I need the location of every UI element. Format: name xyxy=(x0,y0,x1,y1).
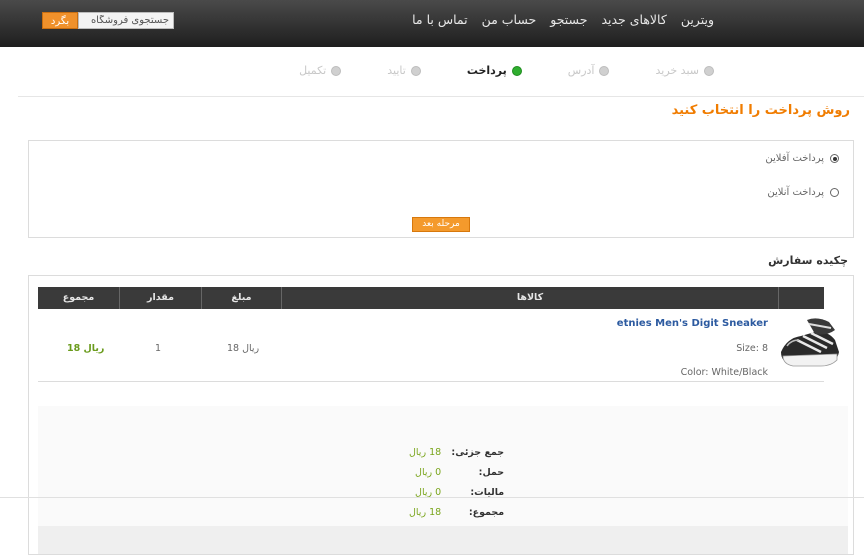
order-summary-title: چکیده سفارش xyxy=(768,254,848,267)
header-products: کالاها xyxy=(282,287,779,309)
radio-offline[interactable] xyxy=(830,154,839,163)
table-header: مجموع مقدار مبلغ کالاها xyxy=(38,287,824,309)
tax-row: مالیات: 0 ریال xyxy=(409,482,504,502)
next-step-button[interactable]: مرحله بعد xyxy=(412,217,470,232)
divider xyxy=(0,497,864,498)
subtotal-row: جمع جزئی: 18 ریال xyxy=(409,442,504,462)
total-label: حمل: xyxy=(478,466,505,478)
payment-option-label: پرداخت آفلاین xyxy=(765,153,824,164)
grand-total-row: مجموع: 18 ریال xyxy=(409,502,504,522)
nav-item-my-account[interactable]: حساب من xyxy=(482,12,537,27)
row-divider xyxy=(38,381,824,382)
top-nav-bar: ویترین کالاهای جدید جستجو حساب من تماس ب… xyxy=(0,0,864,47)
step-indicator-icon xyxy=(511,65,522,76)
shipping-row: حمل: 0 ریال xyxy=(409,462,504,482)
step-indicator-icon xyxy=(704,65,714,76)
payment-option-offline[interactable]: پرداخت آفلاین xyxy=(765,153,839,164)
step-label: آدرس xyxy=(567,64,595,77)
step-indicator-icon xyxy=(331,65,342,76)
total-label: جمع جزئی: xyxy=(451,446,505,458)
step-label: پرداخت xyxy=(466,64,507,77)
store-search: بگرد xyxy=(42,12,174,29)
nav-item-new-products[interactable]: کالاهای جدید xyxy=(601,12,666,27)
header-qty: مقدار xyxy=(120,287,202,309)
footer-strip xyxy=(38,526,848,554)
nav-item-contact[interactable]: تماس با ما xyxy=(412,12,468,27)
checkout-steps: سبد خرید آدرس پرداخت تایید تکمیل xyxy=(299,64,714,77)
total-value: 0 ریال xyxy=(415,486,442,498)
step-indicator-icon xyxy=(410,65,421,76)
header-image xyxy=(779,287,824,309)
step-indicator-icon xyxy=(599,65,610,76)
payment-method-box: پرداخت آفلاین پرداخت آنلاین مرحله بعد xyxy=(28,140,854,238)
main-nav: ویترین کالاهای جدید جستجو حساب من تماس ب… xyxy=(412,12,714,27)
item-total: 18 ریال xyxy=(67,343,105,354)
divider xyxy=(18,96,864,97)
order-summary-box: مجموع مقدار مبلغ کالاها etnies Men's Dig… xyxy=(28,275,854,555)
nav-item-search[interactable]: جستجو xyxy=(550,12,587,27)
item-price: 18 ریال xyxy=(227,343,260,354)
item-qty: 1 xyxy=(155,343,162,354)
step-payment: پرداخت xyxy=(467,64,522,77)
step-address: آدرس xyxy=(568,64,610,77)
step-complete: تکمیل xyxy=(299,64,342,77)
order-totals: جمع جزئی: 18 ریال حمل: 0 ریال مالیات: 0 … xyxy=(409,442,504,522)
header-price: مبلغ xyxy=(202,287,282,309)
total-value: 0 ریال xyxy=(415,466,442,478)
step-label: سبد خرید xyxy=(655,64,699,77)
header-total: مجموع xyxy=(38,287,120,309)
product-color: Color: White/Black xyxy=(680,367,768,378)
step-confirm: تایید xyxy=(387,64,421,77)
page-title: روش پرداخت را انتخاب کنید xyxy=(671,103,850,118)
total-value: 18 ریال xyxy=(409,506,442,518)
sneaker-product-image[interactable] xyxy=(777,316,843,376)
total-label: مالیات: xyxy=(470,486,505,498)
payment-option-label: پرداخت آنلاین xyxy=(767,187,824,198)
product-size: Size: 8 xyxy=(736,343,768,354)
total-value: 18 ریال xyxy=(409,446,442,458)
step-label: تکمیل xyxy=(299,64,327,77)
search-input[interactable] xyxy=(78,12,174,29)
step-cart: سبد خرید xyxy=(655,64,714,77)
search-button[interactable]: بگرد xyxy=(42,12,78,29)
payment-option-online[interactable]: پرداخت آنلاین xyxy=(767,187,839,198)
product-name-link[interactable]: etnies Men's Digit Sneaker xyxy=(617,318,768,329)
radio-online[interactable] xyxy=(830,188,839,197)
step-label: تایید xyxy=(387,64,406,77)
total-label: مجموع: xyxy=(468,506,505,518)
nav-item-showcase[interactable]: ویترین xyxy=(681,12,714,27)
